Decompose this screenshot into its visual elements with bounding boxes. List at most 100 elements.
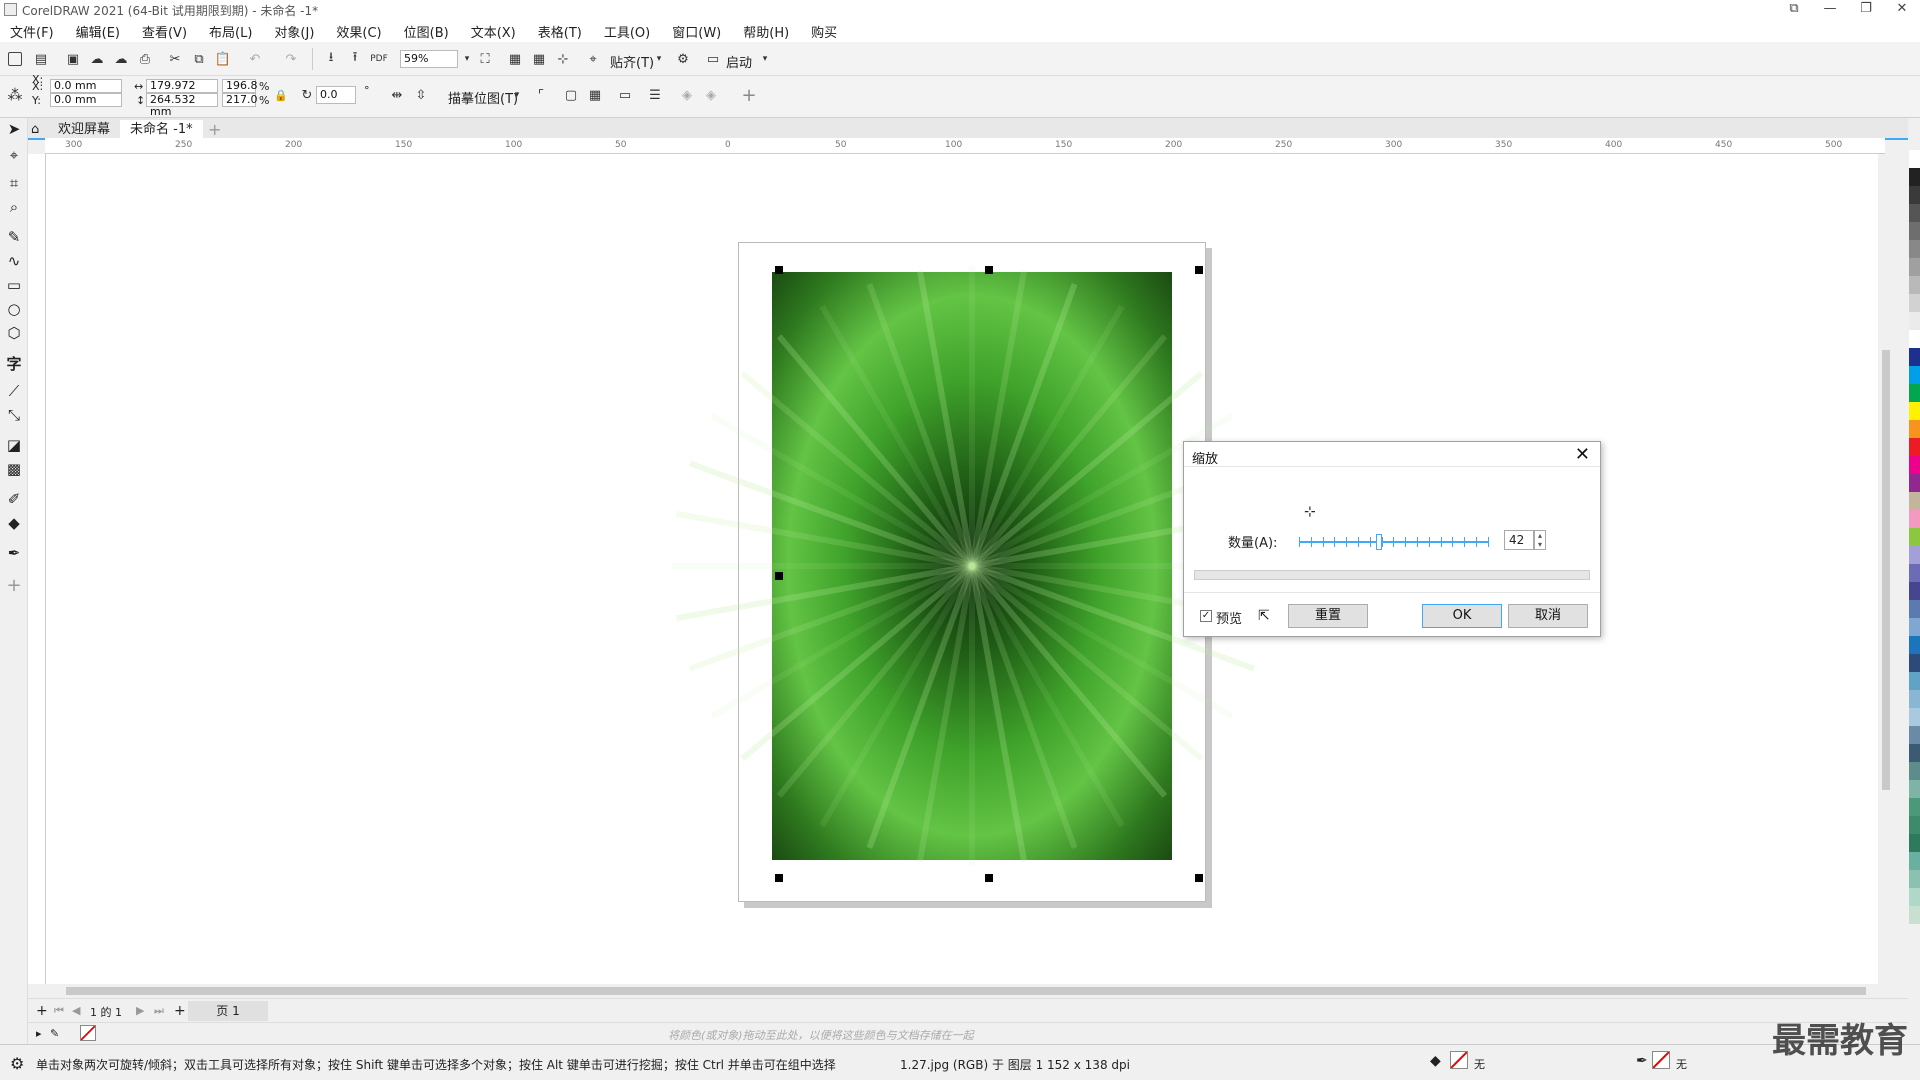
launch-icon[interactable]: ▭	[702, 48, 724, 70]
color-swatch[interactable]	[1909, 222, 1920, 240]
color-swatch[interactable]	[1909, 780, 1920, 798]
menu-tools[interactable]: 工具(O)	[604, 22, 650, 41]
color-swatch[interactable]	[1909, 726, 1920, 744]
wrap-text-icon[interactable]: ☰	[644, 84, 666, 106]
color-swatch[interactable]	[1909, 798, 1920, 816]
dialog-close-icon[interactable]: ✕	[1575, 444, 1590, 465]
prev-page-icon[interactable]: ◀	[72, 1004, 80, 1017]
rectangle-tool-icon[interactable]: ▭	[3, 274, 25, 296]
amount-field[interactable]: 42	[1504, 530, 1534, 550]
vertical-scrollbar[interactable]	[1880, 154, 1892, 984]
color-swatch[interactable]	[1909, 240, 1920, 258]
zoom-level-field[interactable]: 59%	[400, 50, 458, 68]
add-page-before-icon[interactable]: +	[36, 1003, 48, 1019]
cut-icon[interactable]: ✂	[164, 48, 186, 70]
handle-top-right[interactable]	[1195, 266, 1203, 274]
next-page-icon[interactable]: ▶	[136, 1004, 144, 1017]
color-swatch[interactable]	[1909, 870, 1920, 888]
lock-ratio-icon[interactable]: 🔒	[270, 84, 292, 106]
mirror-vertical-icon[interactable]: ⇳	[410, 84, 432, 106]
handle-bottom-right[interactable]	[1195, 874, 1203, 882]
cloud-upload-icon[interactable]: ☁	[86, 48, 108, 70]
open-preview-icon[interactable]: ⇱	[1258, 608, 1270, 624]
pdf-icon[interactable]: PDF	[368, 48, 390, 70]
color-swatch[interactable]	[1909, 618, 1920, 636]
guidelines-icon[interactable]: ⊹	[552, 48, 574, 70]
bitmap-color-mask-icon[interactable]: ▦	[584, 84, 606, 106]
zoom-tool-icon[interactable]: ⌕	[3, 196, 25, 218]
color-swatch[interactable]	[1909, 456, 1920, 474]
menu-layout[interactable]: 布局(L)	[209, 22, 252, 41]
tab-document[interactable]: 未命名 -1*	[120, 120, 203, 140]
zoom-blur-image[interactable]	[672, 266, 1272, 866]
reset-button[interactable]: 重置	[1288, 604, 1368, 628]
maximize-button[interactable]: ❐	[1848, 0, 1884, 20]
color-swatch[interactable]	[1909, 888, 1920, 906]
export-icon[interactable]: ⭱	[344, 48, 366, 70]
menu-text[interactable]: 文本(X)	[471, 22, 516, 41]
handle-bottom-left[interactable]	[775, 874, 783, 882]
color-swatch[interactable]	[1909, 402, 1920, 420]
new-tab-icon[interactable]: +	[198, 120, 231, 140]
color-swatch[interactable]	[1909, 312, 1920, 330]
print-icon[interactable]: ⎙	[134, 48, 156, 70]
color-swatch[interactable]	[1909, 366, 1920, 384]
layer-back-icon[interactable]: ◈	[700, 84, 722, 106]
color-swatch[interactable]	[1909, 510, 1920, 528]
crop-tool-icon[interactable]: ⌗	[3, 172, 25, 194]
color-swatch[interactable]	[1909, 654, 1920, 672]
outline-swatch[interactable]	[1652, 1051, 1670, 1069]
color-swatch[interactable]	[1909, 600, 1920, 618]
color-swatch[interactable]	[1909, 690, 1920, 708]
menu-edit[interactable]: 编辑(E)	[76, 22, 120, 41]
text-tool-icon[interactable]: 字	[3, 352, 25, 374]
color-swatch[interactable]	[1909, 708, 1920, 726]
copy-icon[interactable]: ⧉	[188, 48, 210, 70]
full-screen-icon[interactable]: ⛶	[474, 48, 496, 70]
menu-buy[interactable]: 购买	[811, 22, 837, 41]
eyedropper-tool-icon[interactable]: ✐	[3, 488, 25, 510]
color-swatch[interactable]	[1909, 564, 1920, 582]
palette-expand-icon[interactable]: ▸	[36, 1027, 42, 1040]
ellipse-tool-icon[interactable]: ○	[3, 298, 25, 320]
fill-swatch[interactable]	[1450, 1051, 1468, 1069]
color-swatch[interactable]	[1909, 258, 1920, 276]
menu-effects[interactable]: 效果(C)	[336, 22, 381, 41]
freehand-tool-icon[interactable]: ✎	[3, 226, 25, 248]
add-icon[interactable]: +	[738, 84, 760, 106]
polygon-tool-icon[interactable]: ⬡	[3, 322, 25, 344]
page-tab[interactable]: 页 1	[188, 1001, 268, 1021]
scale-height-field[interactable]: 217.0	[222, 93, 258, 107]
color-swatch[interactable]	[1909, 186, 1920, 204]
object-origin-icon[interactable]: ⁂	[4, 84, 26, 106]
horizontal-scrollbar[interactable]	[46, 984, 1878, 998]
minimize-button[interactable]: —	[1812, 0, 1848, 20]
color-swatch[interactable]	[1909, 672, 1920, 690]
new-document-icon[interactable]	[4, 48, 26, 70]
palette-eyedropper-icon[interactable]: ✎	[50, 1027, 59, 1040]
launch-dropdown-icon[interactable]: ▾	[754, 48, 776, 70]
add-tool-icon[interactable]: +	[3, 574, 25, 596]
shape-tool-icon[interactable]: ⌖	[3, 144, 25, 166]
color-swatch[interactable]	[1909, 492, 1920, 510]
options-gear-icon[interactable]: ⚙	[672, 48, 694, 70]
menu-help[interactable]: 帮助(H)	[743, 22, 789, 41]
no-color-swatch[interactable]	[80, 1025, 96, 1041]
color-swatch[interactable]	[1909, 438, 1920, 456]
menu-object[interactable]: 对象(J)	[274, 22, 314, 41]
redo-icon[interactable]: ↷	[280, 48, 302, 70]
menu-file[interactable]: 文件(F)	[10, 22, 54, 41]
rotation-icon[interactable]: ↻	[296, 84, 318, 106]
launch-label[interactable]: 启动	[726, 52, 752, 71]
first-page-icon[interactable]: ⏮	[54, 1004, 64, 1018]
trace-dropdown-icon[interactable]: ▾	[506, 84, 528, 106]
color-swatch[interactable]	[1909, 276, 1920, 294]
drop-shadow-tool-icon[interactable]: ◪	[3, 434, 25, 456]
cloud-download-icon[interactable]: ☁	[110, 48, 132, 70]
restore-icon[interactable]: ⧉	[1776, 0, 1812, 20]
color-swatch[interactable]	[1909, 474, 1920, 492]
open-icon[interactable]: ▤	[30, 48, 52, 70]
dimension-tool-icon[interactable]: ⟋	[3, 380, 25, 402]
color-swatch[interactable]	[1909, 906, 1920, 924]
smart-fill-icon[interactable]: ✒	[3, 542, 25, 564]
